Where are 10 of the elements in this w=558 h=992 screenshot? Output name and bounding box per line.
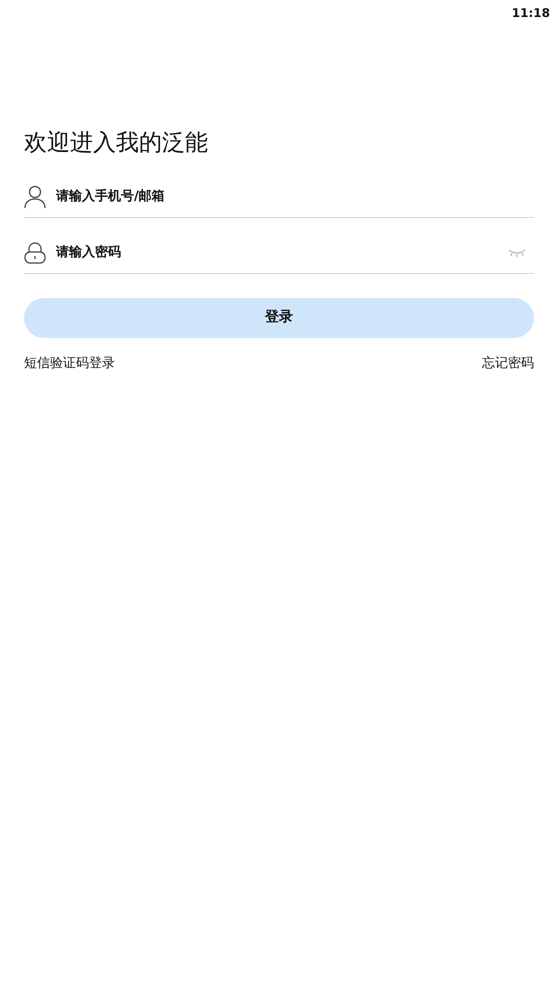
status-time: 11:18 xyxy=(512,5,550,22)
sms-login-link[interactable]: 短信验证码登录 xyxy=(24,354,115,374)
forgot-password-link[interactable]: 忘记密码 xyxy=(482,354,534,374)
user-icon xyxy=(24,185,46,210)
welcome-title: 欢迎进入我的泛能 xyxy=(24,130,209,158)
account-field[interactable]: 请输入手机号/邮箱 xyxy=(54,186,534,208)
login-button[interactable]: 登录 xyxy=(24,298,534,338)
eye-closed-icon[interactable] xyxy=(508,248,526,258)
lock-icon xyxy=(24,242,46,264)
password-field[interactable]: 请输入密码 xyxy=(54,242,500,264)
